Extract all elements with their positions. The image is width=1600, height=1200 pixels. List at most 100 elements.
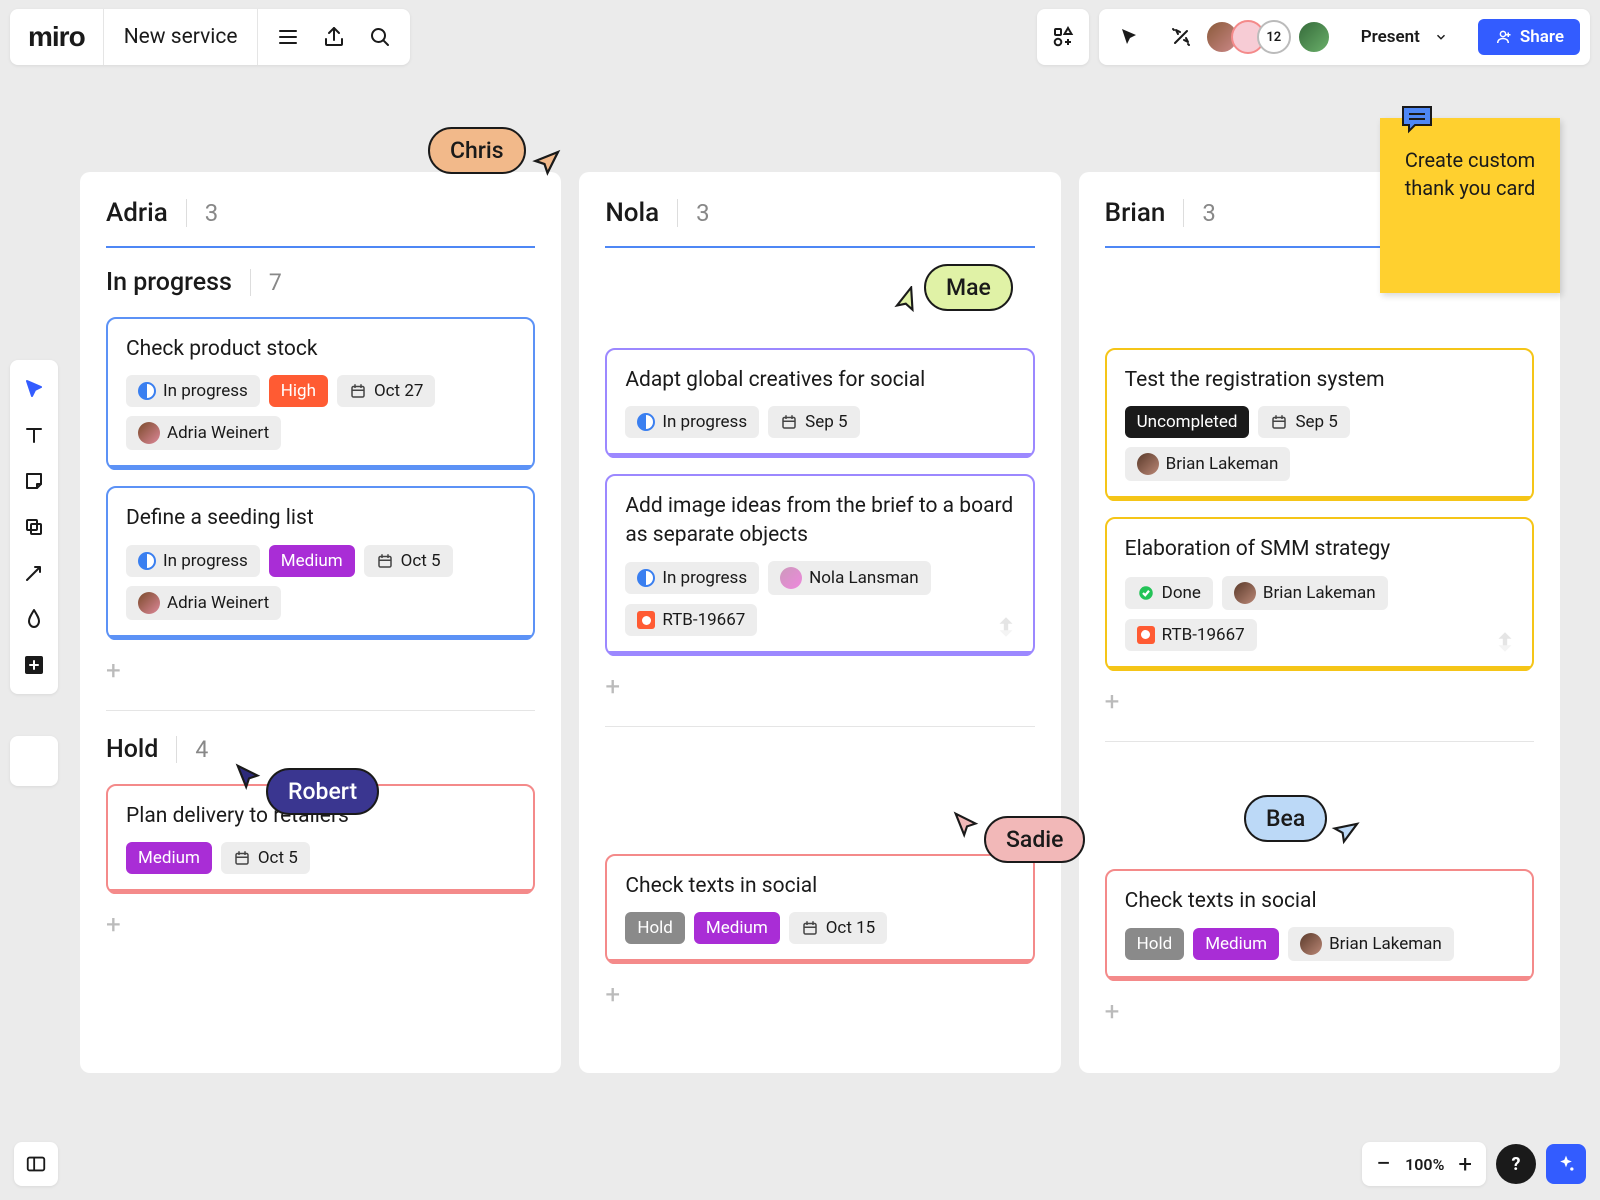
collaborator-avatars[interactable]: 12 xyxy=(1213,20,1331,54)
card[interactable]: Check product stock In progress High Oct… xyxy=(106,317,535,470)
card-title: Check product stock xyxy=(126,335,515,363)
reactions-button[interactable] xyxy=(1161,17,1201,57)
ai-assist-button[interactable] xyxy=(1546,1144,1586,1184)
card[interactable]: Test the registration system Uncompleted… xyxy=(1105,348,1534,501)
owner-chip: Brian Lakeman xyxy=(1288,927,1454,961)
user-cursor-chris: Chris xyxy=(428,118,564,182)
owner-chip: Nola Lansman xyxy=(768,561,931,595)
board-title[interactable]: New service xyxy=(104,25,258,49)
card-title: Test the registration system xyxy=(1125,366,1514,394)
kanban-board[interactable]: Adria 3 In progress 7 Check product stoc… xyxy=(80,172,1560,1073)
add-card-button[interactable]: + xyxy=(605,980,1034,1010)
priority-chip: Medium xyxy=(126,842,212,874)
date-chip: Sep 5 xyxy=(1258,406,1349,438)
status-chip: In progress xyxy=(625,406,759,438)
column-count: 3 xyxy=(186,199,219,227)
panel-toggle-button[interactable] xyxy=(14,1142,58,1186)
app-logo[interactable]: miro xyxy=(10,9,104,65)
column-brian[interactable]: Brian 3 Test the registration system Unc… xyxy=(1079,172,1560,1073)
priority-chip: High xyxy=(269,375,328,407)
sticky-tool[interactable] xyxy=(14,458,54,504)
column-header: Nola 3 xyxy=(605,198,1034,248)
card[interactable]: Add image ideas from the brief to a boar… xyxy=(605,474,1034,656)
date-chip: Sep 5 xyxy=(768,406,859,438)
status-chip: Uncompleted xyxy=(1125,406,1250,438)
help-button[interactable]: ? xyxy=(1496,1144,1536,1184)
section-count: 4 xyxy=(176,736,208,763)
priority-chip: Medium xyxy=(269,545,355,577)
search-button[interactable] xyxy=(360,17,400,57)
column-header: Adria 3 xyxy=(106,198,535,248)
card[interactable]: Check texts in social Hold Medium Brian … xyxy=(1105,869,1534,981)
shape-tool[interactable] xyxy=(14,504,54,550)
pen-tool[interactable] xyxy=(14,596,54,642)
card-title: Adapt global creatives for social xyxy=(625,366,1014,394)
priority-chip: Medium xyxy=(694,912,780,944)
calendar-icon xyxy=(1270,413,1288,431)
section-header: In progress 7 xyxy=(106,268,535,297)
undo-redo-group xyxy=(10,736,58,786)
column-title: Nola xyxy=(605,198,659,228)
user-cursor-robert: Robert xyxy=(232,760,379,822)
cursor-mode-button[interactable] xyxy=(1109,17,1149,57)
section-title: Hold xyxy=(106,735,158,764)
calendar-icon xyxy=(376,552,394,570)
topbar: miro New service 12 Present Share xyxy=(10,8,1590,66)
jira-icon xyxy=(1137,626,1155,644)
bottom-right-controls: − 100% + ? xyxy=(1362,1142,1586,1186)
date-chip: Oct 15 xyxy=(789,912,887,944)
calendar-icon xyxy=(349,382,367,400)
comment-icon[interactable] xyxy=(1400,104,1434,141)
calendar-icon xyxy=(780,413,798,431)
add-card-button[interactable]: + xyxy=(1105,687,1534,717)
jira-chip: RTB-19667 xyxy=(1125,619,1257,651)
card-title: Elaboration of SMM strategy xyxy=(1125,535,1514,563)
column-adria[interactable]: Adria 3 In progress 7 Check product stoc… xyxy=(80,172,561,1073)
priority-chip: Medium xyxy=(1193,928,1279,960)
date-chip: Oct 5 xyxy=(364,545,453,577)
status-chip: Done xyxy=(1125,577,1213,609)
export-button[interactable] xyxy=(314,17,354,57)
share-button[interactable]: Share xyxy=(1478,19,1580,55)
user-cursor-sadie: Sadie xyxy=(950,808,1085,870)
user-cursor-bea: Bea xyxy=(1244,786,1361,850)
section-header: Hold 4 xyxy=(106,710,535,764)
section-title: In progress xyxy=(106,268,232,297)
card-title: Add image ideas from the brief to a boar… xyxy=(625,492,1014,549)
sticky-note[interactable]: Create custom thank you card xyxy=(1380,118,1560,293)
line-tool[interactable] xyxy=(14,550,54,596)
add-card-button[interactable]: + xyxy=(106,656,535,686)
card[interactable]: Define a seeding list In progress Medium… xyxy=(106,486,535,639)
calendar-icon xyxy=(233,849,251,867)
topbar-left-group: miro New service xyxy=(10,9,410,65)
zoom-in-button[interactable]: + xyxy=(1458,1150,1472,1178)
date-chip: Oct 27 xyxy=(337,375,435,407)
owner-chip: Adria Weinert xyxy=(126,416,281,450)
left-toolbar xyxy=(10,360,58,694)
column-title: Brian xyxy=(1105,198,1166,228)
add-card-button[interactable]: + xyxy=(1105,997,1534,1027)
main-menu-button[interactable] xyxy=(268,17,308,57)
add-card-button[interactable]: + xyxy=(605,672,1034,702)
column-count: 3 xyxy=(1183,199,1216,227)
zoom-percent[interactable]: 100% xyxy=(1405,1155,1444,1174)
zoom-out-button[interactable]: − xyxy=(1376,1149,1391,1179)
jira-chip: RTB-19667 xyxy=(625,604,757,636)
status-chip: Hold xyxy=(625,912,685,944)
card[interactable]: Adapt global creatives for social In pro… xyxy=(605,348,1034,458)
jira-sync-icon xyxy=(993,614,1019,644)
present-button[interactable]: Present xyxy=(1343,27,1466,47)
add-card-button[interactable]: + xyxy=(106,910,535,940)
card[interactable]: Elaboration of SMM strategy Done Brian L… xyxy=(1105,517,1534,670)
card-title: Check texts in social xyxy=(625,872,1014,900)
calendar-icon xyxy=(801,919,819,937)
apps-button[interactable] xyxy=(1037,9,1089,65)
status-chip: Hold xyxy=(1125,928,1185,960)
select-tool[interactable] xyxy=(14,366,54,412)
more-apps-tool[interactable] xyxy=(14,642,54,688)
text-tool[interactable] xyxy=(14,412,54,458)
card[interactable]: Check texts in social Hold Medium Oct 15 xyxy=(605,854,1034,964)
column-title: Adria xyxy=(106,198,168,228)
owner-chip: Adria Weinert xyxy=(126,586,281,620)
zoom-controls: − 100% + xyxy=(1362,1142,1486,1186)
